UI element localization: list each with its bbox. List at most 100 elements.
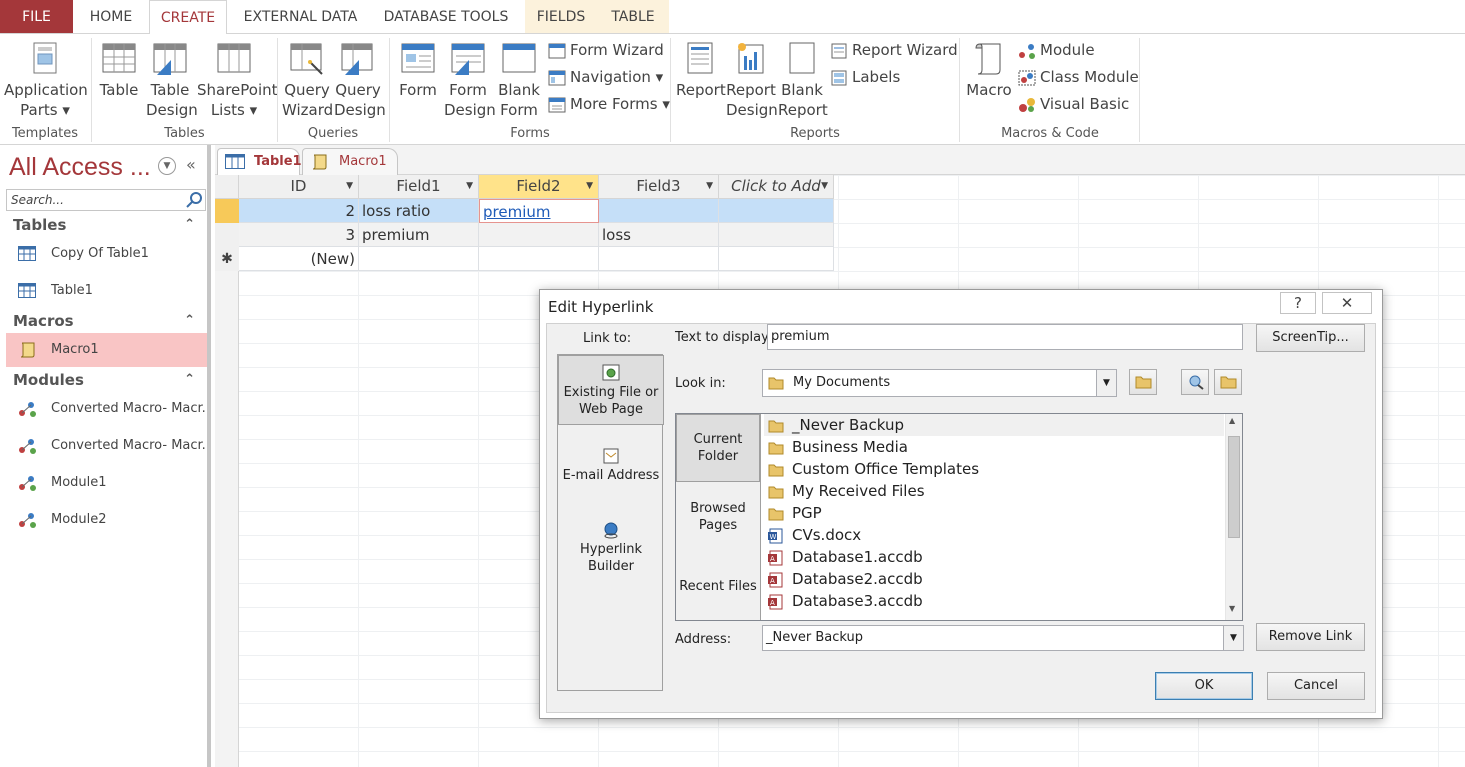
email-address-button[interactable]: E-mail Address [558,447,664,487]
existing-file-or-web-page-button[interactable]: Existing File or Web Page [558,355,664,425]
browse-for-file-button[interactable] [1214,369,1242,395]
look-in-select[interactable]: My Documents ▼ [762,369,1117,397]
hyperlink-cell[interactable]: premium [479,199,599,223]
column-header-click-to-add[interactable]: Click to Add ▼ [719,175,834,199]
column-header-field2[interactable]: Field2 ▼ [479,175,599,199]
query-design-button[interactable]: Query Design [334,42,386,120]
scroll-down-icon[interactable]: ▼ [1229,604,1235,613]
form-button[interactable]: Form [396,42,440,100]
nav-item-table1[interactable]: Table1 [6,274,207,308]
list-item[interactable]: A Database3.accdb [764,590,923,612]
report-button[interactable]: Report [676,42,726,100]
nav-menu-dropdown-icon[interactable]: ▼ [158,157,176,175]
blank-form-button[interactable]: Blank Form [497,42,541,120]
table-cell[interactable]: loss [599,223,719,247]
file-list-scrollbar[interactable]: ▲ ▼ [1225,414,1242,620]
list-item[interactable]: Custom Office Templates [764,458,979,480]
table-cell[interactable] [719,199,834,223]
new-record-icon[interactable]: ✱ [215,247,239,271]
help-icon[interactable]: ? [1280,292,1316,314]
list-item[interactable]: PGP [764,502,822,524]
nav-section-modules[interactable]: Modules ⌃ [6,367,207,393]
table-cell[interactable]: 2 [239,199,359,223]
tab-database-tools[interactable]: DATABASE TOOLS [372,0,520,33]
record-selector[interactable] [215,199,239,223]
doc-tab-macro1[interactable]: Macro1 [302,148,398,175]
nav-item-converted-macro-2[interactable]: Converted Macro- Macr... [6,429,207,463]
shutter-bar-close-icon[interactable]: « [186,155,196,174]
nav-item-copy-of-table1[interactable]: Copy Of Table1 [6,237,207,271]
tab-fields[interactable]: FIELDS [525,0,597,33]
macro-button[interactable]: Macro [966,42,1012,100]
doc-tab-table1[interactable]: Table1 [217,148,302,175]
record-selector[interactable] [215,223,239,247]
form-design-button[interactable]: Form Design [444,42,496,120]
list-item[interactable]: W CVs.docx [764,524,861,546]
nav-item-module1[interactable]: Module1 [6,466,207,500]
dropdown-icon[interactable]: ▼ [586,175,593,197]
browsed-pages-button[interactable]: Browsed Pages [676,500,760,540]
table-cell[interactable]: 3 [239,223,359,247]
list-item[interactable]: Business Media [764,436,908,458]
table-button[interactable]: Table [98,42,140,100]
close-icon[interactable]: ✕ [1322,292,1372,314]
chevron-down-icon[interactable]: ▼ [1223,626,1243,650]
table-cell[interactable] [599,199,719,223]
dropdown-icon[interactable]: ▼ [706,175,713,197]
application-parts-button[interactable]: Application Parts ▾ [4,42,88,120]
cancel-button[interactable]: Cancel [1267,672,1365,700]
table-cell[interactable] [719,247,834,271]
module-button[interactable]: Module [1018,39,1095,61]
more-forms-button[interactable]: More Forms ▾ [548,93,670,115]
table-cell[interactable]: (New) [239,247,359,271]
list-item[interactable]: A Database2.accdb [764,568,923,590]
list-item[interactable]: My Received Files [764,480,925,502]
column-header-id[interactable]: ID ▼ [239,175,359,199]
ok-button[interactable]: OK [1155,672,1253,700]
chevron-down-icon[interactable]: ▼ [1096,370,1116,396]
class-module-button[interactable]: Class Module [1018,66,1139,88]
table-cell[interactable]: premium [359,223,479,247]
nav-section-macros[interactable]: Macros ⌃ [6,308,207,334]
visual-basic-button[interactable]: Visual Basic [1018,93,1129,115]
tab-file[interactable]: FILE [0,0,73,33]
column-header-field1[interactable]: Field1 ▼ [359,175,479,199]
report-wizard-button[interactable]: Report Wizard [830,39,958,61]
tab-home[interactable]: HOME [78,0,144,33]
scroll-up-icon[interactable]: ▲ [1229,416,1235,425]
recent-files-button[interactable]: Recent Files [676,578,760,600]
nav-pane-title[interactable]: All Access ... [9,153,151,182]
nav-search-input[interactable]: Search... [6,189,206,211]
navigation-button[interactable]: Navigation ▾ [548,66,663,88]
table-cell[interactable] [479,247,599,271]
column-header-field3[interactable]: Field3 ▼ [599,175,719,199]
nav-item-converted-macro-1[interactable]: Converted Macro- Macr... [6,392,207,426]
form-wizard-button[interactable]: Form Wizard [548,39,664,61]
table-design-button[interactable]: Table Design [146,42,198,120]
table-cell[interactable] [359,247,479,271]
table-cell[interactable]: loss ratio [359,199,479,223]
table-cell[interactable] [479,223,599,247]
sharepoint-lists-button[interactable]: SharePoint Lists ▾ [197,42,278,120]
remove-link-button[interactable]: Remove Link [1256,623,1365,651]
scrollbar-thumb[interactable] [1228,436,1240,538]
list-item[interactable]: _Never Backup [764,414,1224,436]
address-input[interactable]: _Never Backup ▼ [762,625,1244,651]
nav-section-tables[interactable]: Tables ⌃ [6,212,207,238]
list-item[interactable]: A Database1.accdb [764,546,923,568]
labels-button[interactable]: Labels [830,66,900,88]
table-cell[interactable] [719,223,834,247]
tab-external-data[interactable]: EXTERNAL DATA [233,0,368,33]
search-icon[interactable] [186,191,204,209]
browse-folder-up-button[interactable] [1129,369,1157,395]
dropdown-icon[interactable]: ▼ [821,175,828,197]
screentip-button[interactable]: ScreenTip... [1256,324,1365,352]
hyperlink-builder-button[interactable]: Hyperlink Builder [558,521,664,574]
report-design-button[interactable]: Report Design [726,42,778,120]
blank-report-button[interactable]: Blank Report [778,42,828,120]
current-folder-button[interactable]: Current Folder [676,414,760,482]
tab-create[interactable]: CREATE [149,0,227,34]
nav-item-module2[interactable]: Module2 [6,503,207,537]
nav-item-macro1[interactable]: Macro1 [6,333,207,367]
select-all-corner[interactable] [215,175,239,199]
